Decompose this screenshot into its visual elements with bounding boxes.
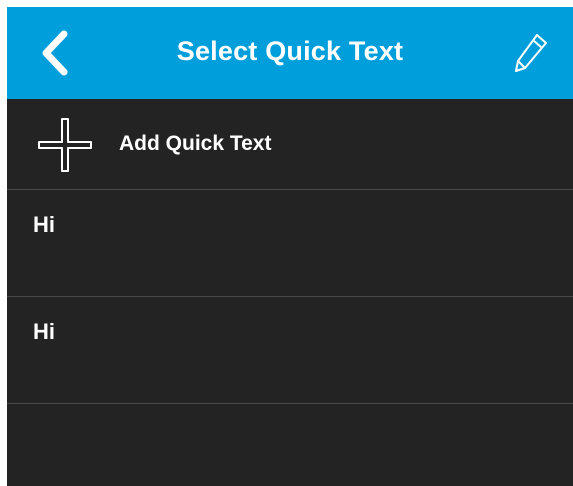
quick-text-item[interactable]: Hi [7,297,573,404]
header-bar: Select Quick Text [7,7,573,99]
add-quick-text-label: Add Quick Text [119,132,272,155]
add-quick-text-button[interactable]: Add Quick Text [7,99,573,190]
back-button[interactable] [35,29,75,77]
quick-text-label: Hi [33,212,55,237]
quick-text-item[interactable]: Hi [7,190,573,297]
pencil-icon [515,34,547,72]
quick-text-label: Hi [33,319,55,344]
chevron-left-icon [42,30,68,76]
plus-icon [38,118,92,172]
page-title: Select Quick Text [176,36,404,66]
app-screen: Select Quick Text Add Quick Text Hi Hi [7,7,573,486]
edit-button[interactable] [511,31,551,75]
